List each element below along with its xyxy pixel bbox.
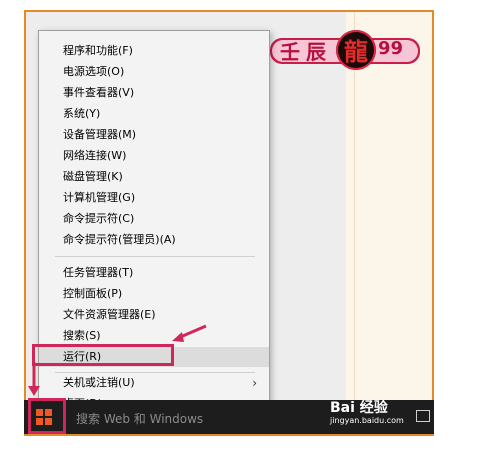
menu-item-control-panel[interactable]: 控制面板(P) — [39, 284, 269, 304]
menu-item-command-prompt-admin[interactable]: 命令提示符(管理员)(A) — [39, 230, 269, 250]
chevron-right-icon: › — [252, 376, 257, 390]
menu-item-label: 任务管理器(T) — [63, 266, 134, 279]
menu-item-network-connections[interactable]: 网络连接(W) — [39, 146, 269, 166]
menu-item-label: 系统(Y) — [63, 107, 101, 120]
menu-separator — [55, 256, 255, 257]
menu-item-label: 设备管理器(M) — [63, 128, 137, 141]
menu-item-label: 计算机管理(G) — [63, 191, 136, 204]
menu-item-label: 程序和功能(F) — [63, 44, 133, 57]
menu-item-label: 命令提示符(C) — [63, 212, 135, 225]
desktop-right-area — [346, 12, 432, 402]
menu-item-computer-management[interactable]: 计算机管理(G) — [39, 188, 269, 208]
menu-item-label: 关机或注销(U) — [63, 376, 135, 389]
badge-char-1: 壬 — [280, 40, 300, 64]
baidu-watermark: Bai 经验 — [330, 400, 388, 416]
menu-item-label: 控制面板(P) — [63, 287, 123, 300]
menu-item-disk-management[interactable]: 磁盘管理(K) — [39, 167, 269, 187]
menu-item-command-prompt[interactable]: 命令提示符(C) — [39, 209, 269, 229]
badge-number: 99 — [378, 38, 404, 59]
highlight-start-button — [28, 398, 66, 434]
menu-item-event-viewer[interactable]: 事件查看器(V) — [39, 83, 269, 103]
menu-item-label: 网络连接(W) — [63, 149, 127, 162]
menu-item-system[interactable]: 系统(Y) — [39, 104, 269, 124]
dragon-char: 龍 — [344, 37, 368, 66]
notification-icon[interactable] — [416, 410, 430, 422]
menu-item-label: 文件资源管理器(E) — [63, 308, 156, 321]
menu-item-task-manager[interactable]: 任务管理器(T) — [39, 263, 269, 283]
menu-item-shutdown-signout[interactable]: 关机或注销(U) › — [39, 373, 269, 393]
divider — [354, 12, 355, 402]
menu-item-label: 电源选项(O) — [63, 65, 125, 78]
watermark-badge: 壬 辰 龍 99 — [270, 30, 420, 70]
menu-item-label: 命令提示符(管理员)(A) — [63, 233, 176, 246]
menu-item-label: 搜索(S) — [63, 329, 101, 342]
highlight-run-item — [32, 344, 174, 366]
menu-item-search[interactable]: 搜索(S) — [39, 326, 269, 346]
badge-char-2: 辰 — [306, 40, 326, 64]
menu-item-label: 磁盘管理(K) — [63, 170, 123, 183]
taskbar-search-box[interactable]: 搜索 Web 和 Windows — [76, 410, 203, 427]
baidu-watermark-url: jingyan.baidu.com — [330, 416, 404, 425]
menu-item-device-manager[interactable]: 设备管理器(M) — [39, 125, 269, 145]
menu-item-label: 事件查看器(V) — [63, 86, 135, 99]
menu-item-power-options[interactable]: 电源选项(O) — [39, 62, 269, 82]
menu-item-programs-features[interactable]: 程序和功能(F) — [39, 41, 269, 61]
menu-item-file-explorer[interactable]: 文件资源管理器(E) — [39, 305, 269, 325]
dragon-seal-icon: 龍 — [336, 30, 376, 70]
